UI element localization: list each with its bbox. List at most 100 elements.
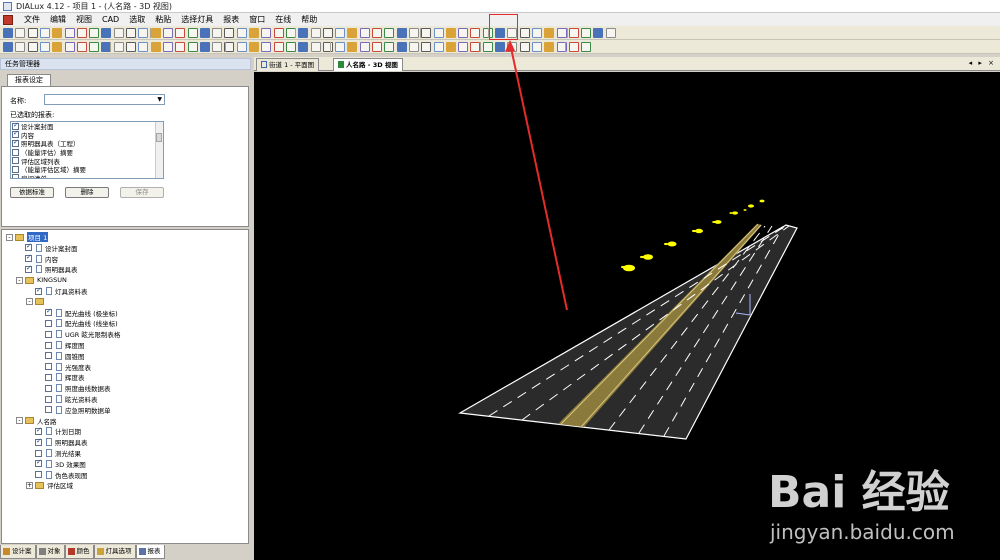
toolbar-button-icon[interactable] (470, 42, 481, 52)
toolbar-button-icon[interactable] (507, 42, 518, 52)
toolbar-button-icon[interactable] (138, 28, 149, 38)
tree-item[interactable]: - 项目 1 (6, 232, 49, 242)
toolbar-button-icon[interactable] (384, 28, 395, 38)
tab-street-plan[interactable]: 街道 1 - 平面图 (256, 58, 320, 71)
toolbar-button-icon[interactable] (249, 28, 259, 38)
toolbar-button-icon[interactable] (113, 42, 124, 52)
default-standard-button[interactable]: 依据标准 (10, 187, 54, 198)
toolbar-button-icon[interactable] (421, 42, 432, 52)
collapse-icon[interactable]: - (26, 298, 33, 306)
tree-item[interactable]: 测光结果 (26, 448, 81, 458)
toolbar-button-icon[interactable] (199, 28, 210, 38)
menu-view[interactable]: 视图 (71, 13, 97, 26)
tree-item[interactable]: - KINGSUN (16, 275, 67, 285)
toolbar-button-icon[interactable] (89, 42, 100, 52)
tree-item[interactable]: 圆锥图 (36, 351, 85, 361)
toolbar-button-icon[interactable] (175, 28, 186, 38)
tree-item[interactable]: 照明器具表 (26, 437, 88, 447)
toolbar-button-icon[interactable] (335, 28, 346, 38)
toolbar-button-icon[interactable] (285, 42, 296, 52)
toolbar-button-icon[interactable] (544, 28, 555, 38)
toolbar-button-icon[interactable] (359, 42, 370, 52)
toolbar-button-icon[interactable] (52, 42, 63, 52)
toolbar-button-icon[interactable] (162, 42, 173, 52)
tree-item[interactable]: UGR 眩光限制表格 (36, 329, 120, 339)
delete-button[interactable]: 删除 (65, 187, 109, 198)
toolbar-button-icon[interactable] (212, 42, 223, 52)
toolbar-button-icon[interactable] (64, 28, 75, 38)
menu-select[interactable]: 选取 (124, 13, 150, 26)
toolbar-button-icon[interactable] (236, 42, 247, 52)
menu-help[interactable]: 帮助 (296, 13, 322, 26)
tree-item[interactable]: 灯具资料表 (26, 286, 88, 296)
tree-checkbox[interactable] (35, 449, 42, 457)
toolbar-button-icon[interactable] (199, 42, 210, 52)
toolbar-button-icon[interactable] (175, 42, 186, 52)
toolbar-button-icon[interactable] (310, 28, 321, 38)
toolbar-button-icon[interactable] (113, 28, 124, 38)
tree-checkbox[interactable] (45, 384, 52, 392)
menu-online[interactable]: 在线 (270, 13, 296, 26)
tree-item[interactable]: 伪色表现图 (26, 470, 88, 480)
report-checkbox[interactable] (12, 157, 19, 165)
toolbar-button-icon[interactable] (605, 28, 616, 38)
toolbar-button-icon[interactable] (384, 42, 395, 52)
collapse-icon[interactable]: - (16, 276, 23, 284)
toolbar-button-icon[interactable] (556, 28, 567, 38)
toolbar-button-icon[interactable] (445, 28, 456, 38)
collapse-icon[interactable]: - (16, 417, 23, 425)
toolbar-button-icon[interactable] (372, 28, 382, 38)
toolbar-button-icon[interactable] (531, 42, 542, 52)
toolbar-button-icon[interactable] (187, 28, 198, 38)
tab-report-settings[interactable]: 报表设定 (7, 74, 51, 86)
tree-item[interactable]: 照明器具表 (16, 264, 78, 274)
toolbar-button-icon[interactable] (458, 42, 469, 52)
toolbar-button-icon[interactable] (458, 28, 469, 38)
tree-checkbox[interactable] (45, 341, 52, 349)
bottom-tab[interactable]: 报表 (135, 545, 165, 559)
toolbar-button-icon[interactable] (433, 42, 444, 52)
tab-3d-view[interactable]: 人名路 - 3D 视图 (333, 58, 403, 71)
toolbar-button-icon[interactable] (212, 28, 223, 38)
toolbar-button-icon[interactable] (150, 42, 161, 52)
tree-checkbox[interactable] (45, 395, 52, 403)
tree-item[interactable]: 设计案封面 (16, 242, 78, 253)
tree-checkbox[interactable] (25, 264, 32, 273)
report-checkbox[interactable] (12, 138, 19, 147)
toolbar-button-icon[interactable] (581, 28, 592, 38)
toolbar-button-icon[interactable] (322, 28, 333, 38)
toolbar-button-icon[interactable] (236, 28, 247, 38)
toolbar-button-icon[interactable] (273, 42, 284, 52)
toolbar-button-icon[interactable] (421, 28, 432, 38)
bottom-tab[interactable]: 设计案 (0, 545, 36, 559)
tree-item[interactable]: - 人名路 (16, 416, 57, 426)
tree-item[interactable]: 计划日期 (26, 426, 81, 436)
tree-checkbox[interactable] (45, 406, 52, 414)
save-button[interactable]: 保存 (120, 187, 164, 198)
report-checkbox[interactable] (12, 165, 19, 173)
menu-paste[interactable]: 粘贴 (150, 13, 176, 26)
toolbar-button-icon[interactable] (593, 28, 604, 38)
toolbar-button-icon[interactable] (89, 28, 100, 38)
toolbar-button-icon[interactable] (52, 28, 63, 38)
tree-item[interactable]: 照度曲线数据表 (36, 383, 111, 393)
toolbar-button-icon[interactable] (101, 28, 112, 38)
tree-checkbox[interactable] (45, 319, 52, 327)
toolbar-button-icon[interactable] (39, 28, 50, 38)
tree-item[interactable]: 辉度表 (36, 372, 85, 382)
tree-item[interactable]: - (26, 297, 47, 307)
tree-item[interactable]: + 评估区域 (26, 480, 73, 490)
tree-checkbox[interactable] (45, 363, 52, 371)
tree-item[interactable]: 眩光资料表 (36, 394, 98, 404)
report-list-item[interactable]: 房间清单 (11, 174, 163, 178)
tree-item[interactable]: 配光曲线 (线坐标) (36, 318, 118, 328)
toolbar-button-icon[interactable] (126, 42, 136, 52)
chevron-down-icon[interactable]: ▼ (157, 96, 162, 104)
toolbar-button-icon[interactable] (531, 28, 542, 38)
collapse-icon[interactable]: - (6, 233, 13, 241)
report-list-scrollbar[interactable] (155, 122, 163, 178)
toolbar-button-icon[interactable] (568, 28, 579, 38)
toolbar-button-icon[interactable] (15, 42, 26, 52)
toolbar-button-icon[interactable] (347, 28, 358, 38)
tree-item[interactable]: 内容 (16, 253, 58, 264)
